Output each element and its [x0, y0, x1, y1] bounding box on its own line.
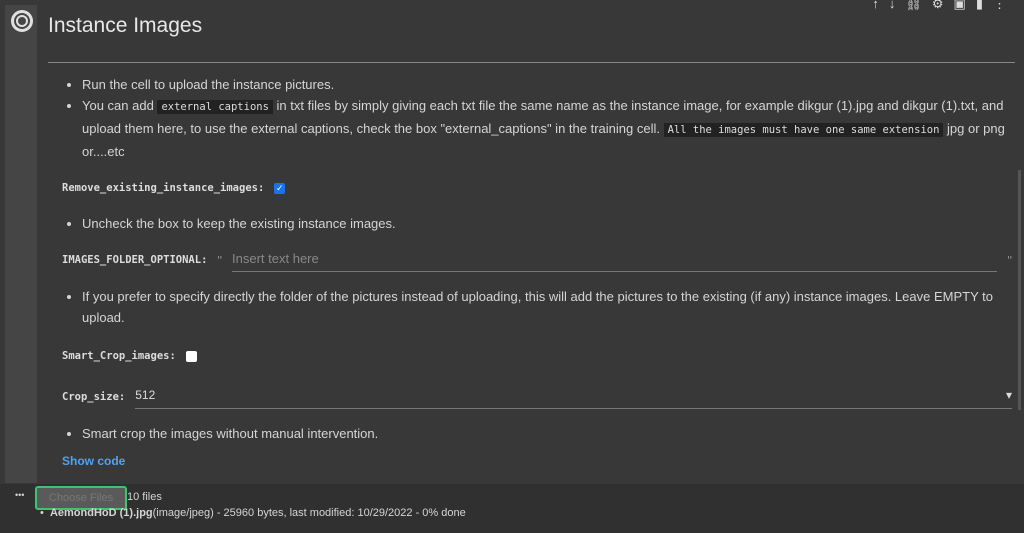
bullet: If you prefer to specify directly the fo…: [82, 286, 1012, 328]
smart-crop-label: Smart_Crop_images:: [62, 350, 176, 362]
chevron-down-icon: ▾: [1005, 388, 1012, 402]
run-icon: [16, 15, 28, 27]
cell-title: Instance Images: [48, 14, 203, 37]
scrollbar[interactable]: [1018, 170, 1021, 410]
file-list-item: • AemondHoD (1).jpg(image/jpeg) - 25960 …: [40, 507, 466, 519]
mirror-icon[interactable]: ▣: [954, 0, 966, 12]
images-folder-input[interactable]: Insert text here: [232, 248, 998, 272]
file-count: 10 files: [127, 491, 162, 503]
run-cell-button[interactable]: [11, 10, 33, 32]
cell-output: ••• Choose Files 10 files • AemondHoD (1…: [0, 484, 1024, 533]
output-menu-icon[interactable]: •••: [15, 490, 24, 500]
crop-size-select[interactable]: 512 ▾: [135, 385, 1012, 409]
show-code-link[interactable]: Show code: [62, 454, 125, 468]
form-content: Run the cell to upload the instance pict…: [62, 74, 1012, 472]
cell-gutter: [5, 5, 37, 483]
delete-icon[interactable]: ▮: [976, 0, 983, 12]
arrow-down-icon[interactable]: ↓: [889, 0, 896, 12]
remove-label: Remove_existing_instance_images:: [62, 182, 265, 194]
smart-crop-checkbox[interactable]: [185, 351, 197, 362]
folder-label: IMAGES_FOLDER_OPTIONAL:: [62, 253, 208, 266]
link-icon[interactable]: ⛓: [905, 0, 922, 12]
bullet: Uncheck the box to keep the existing ins…: [82, 213, 1012, 234]
gear-icon[interactable]: ⚙: [932, 0, 944, 12]
bullet: Run the cell to upload the instance pict…: [82, 74, 1012, 95]
divider: [48, 62, 1015, 63]
remove-existing-checkbox[interactable]: ✓: [274, 183, 286, 194]
cell-toolbar: ↑ ↓ ⛓ ⚙ ▣ ▮ ⋮: [872, 0, 1006, 12]
bullet: Smart crop the images without manual int…: [82, 423, 1012, 444]
arrow-up-icon[interactable]: ↑: [872, 0, 879, 12]
bullet: You can add external captions in txt fil…: [82, 95, 1012, 162]
more-icon[interactable]: ⋮: [993, 0, 1006, 12]
crop-size-label: Crop_size:: [62, 390, 126, 403]
